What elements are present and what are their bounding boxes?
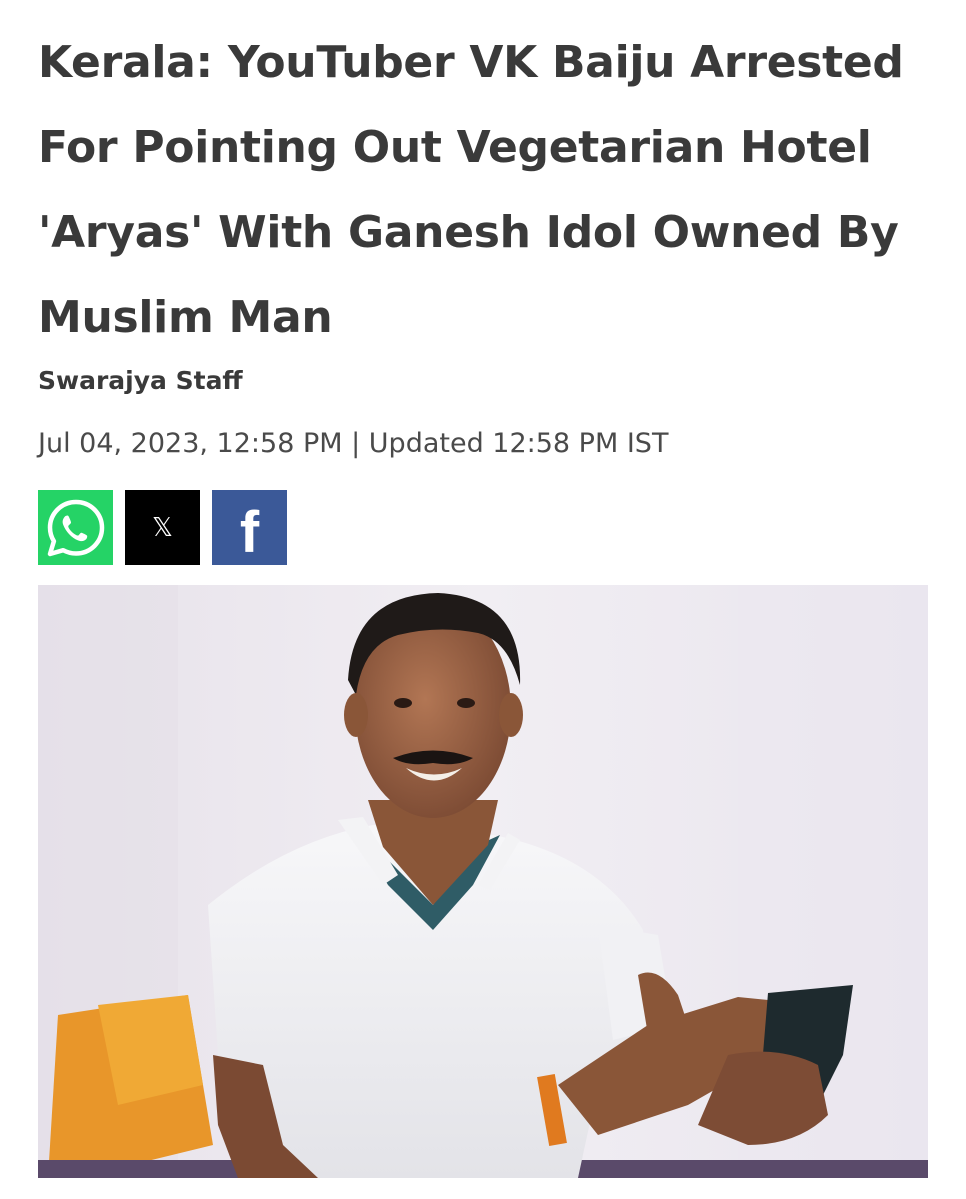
facebook-share-button[interactable]: f [212,490,287,565]
whatsapp-share-button[interactable] [38,490,113,565]
facebook-icon: f [239,499,260,565]
publish-dateline: Jul 04, 2023, 12:58 PM | Updated 12:58 P… [38,428,669,459]
article: Kerala: YouTuber VK Baiju Arrested For P… [38,0,930,1178]
x-icon: 𝕏 [152,512,173,543]
share-bar: 𝕏 f [38,490,287,565]
headline-line: Muslim Man [38,292,333,343]
headline-line: For Pointing Out Vegetarian Hotel [38,122,872,173]
man-holding-phone-photo [38,585,928,1178]
x-share-button[interactable]: 𝕏 [125,490,200,565]
article-photo [38,585,928,1178]
whatsapp-icon [47,499,104,556]
headline: Kerala: YouTuber VK Baiju Arrested For P… [38,20,930,360]
headline-line: Kerala: YouTuber VK Baiju Arrested [38,37,904,88]
headline-line: 'Aryas' With Ganesh Idol Owned By [38,207,899,258]
author-name[interactable]: Swarajya Staff [38,366,243,395]
